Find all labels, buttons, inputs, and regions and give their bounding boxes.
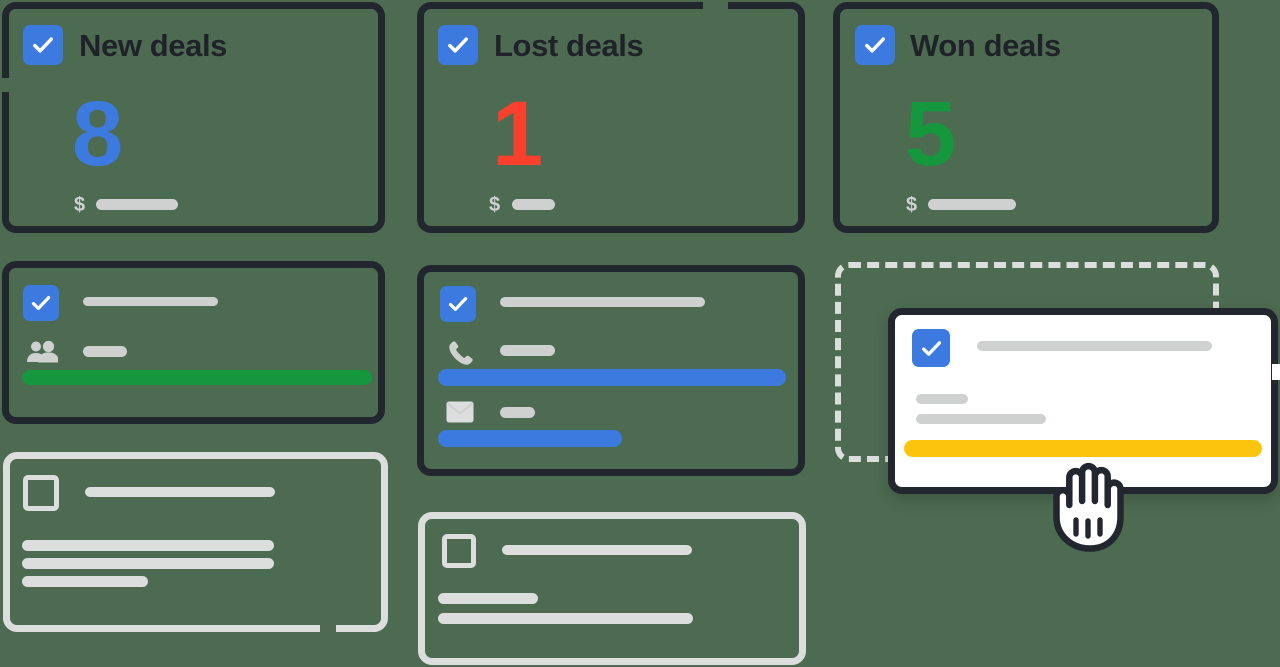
stat-card-new-deals-border-gap: [0, 78, 9, 92]
draft-left-title-placeholder: [85, 487, 275, 497]
check-icon: [921, 340, 941, 356]
people-icon: [26, 340, 58, 364]
stat-card-new-deals-value: 8: [72, 83, 123, 185]
draft-middle-line-2: [438, 613, 693, 624]
currency-symbol-new-deals: $: [74, 194, 86, 216]
phone-icon: [446, 338, 476, 368]
checkbox-deal-green[interactable]: [23, 285, 59, 321]
empty-checkbox-draft-middle[interactable]: [442, 534, 476, 568]
grab-hand-cursor[interactable]: [1044, 455, 1130, 552]
draft-left-line-2: [22, 558, 274, 569]
board-canvas: New deals 8 $ Lost deals 1 $ Won deals 5…: [0, 0, 1280, 667]
deal-contact-progress-bar-secondary: [438, 430, 622, 447]
deal-green-meta-placeholder: [83, 346, 127, 357]
amount-placeholder-new-deals: [96, 199, 178, 210]
currency-symbol-lost-deals: $: [489, 194, 501, 216]
stat-card-lost-deals-title: Lost deals: [494, 28, 644, 63]
empty-checkbox-draft-left[interactable]: [23, 475, 59, 511]
draft-left-line-1: [22, 540, 274, 551]
check-icon: [448, 297, 468, 311]
draft-left-line-3: [22, 576, 148, 587]
checkbox-won-deals[interactable]: [855, 25, 895, 65]
amount-placeholder-won-deals: [928, 199, 1016, 210]
stat-card-won-deals-value: 5: [905, 83, 956, 185]
deal-card-draft-middle[interactable]: [418, 512, 806, 665]
dragged-card-meta-placeholder-2: [916, 414, 1046, 424]
amount-placeholder-lost-deals: [512, 199, 555, 210]
deal-card-green[interactable]: [2, 261, 385, 424]
check-icon: [448, 37, 468, 53]
checkbox-deal-dragged[interactable]: [912, 329, 950, 367]
mail-icon: [446, 400, 474, 424]
dragged-card-border-gap-right: [1272, 364, 1280, 380]
deal-green-title-placeholder: [83, 297, 218, 306]
check-icon: [33, 37, 53, 53]
checkbox-new-deals[interactable]: [23, 25, 63, 65]
stat-card-lost-deals-border-gap: [703, 0, 728, 9]
dragged-card-meta-placeholder-1: [916, 394, 968, 404]
draft-left-border-gap: [320, 624, 336, 633]
stat-card-won-deals-title: Won deals: [910, 28, 1061, 63]
draft-middle-title-placeholder: [502, 545, 692, 555]
draft-middle-line-1: [438, 593, 538, 604]
check-icon: [31, 296, 51, 310]
stat-card-new-deals-title: New deals: [79, 28, 228, 63]
deal-contact-progress-bar-primary: [438, 369, 786, 386]
stat-card-lost-deals-value: 1: [492, 83, 543, 185]
deal-contact-mail-placeholder: [500, 407, 535, 418]
deal-contact-title-placeholder: [500, 297, 705, 307]
deal-green-progress-bar: [22, 370, 372, 385]
checkbox-lost-deals[interactable]: [438, 25, 478, 65]
deal-contact-phone-placeholder: [500, 345, 555, 356]
checkbox-deal-contact[interactable]: [440, 286, 476, 322]
dragged-card-title-placeholder: [977, 341, 1212, 351]
currency-symbol-won-deals: $: [906, 194, 918, 216]
check-icon: [865, 37, 885, 53]
